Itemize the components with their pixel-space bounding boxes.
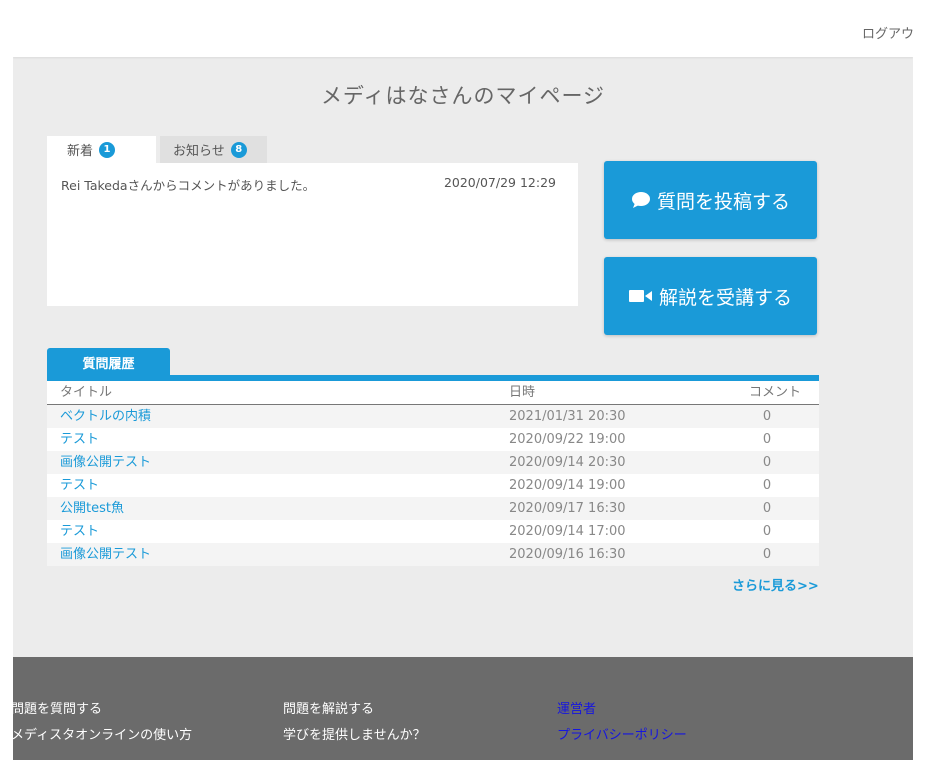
news-panel: Rei Takedaさんからコメントがありました。 2020/07/29 12:… [47,163,578,306]
question-date: 2020/09/22 19:00 [509,432,626,447]
comment-count: 0 [762,524,772,539]
column-header-title: タイトル [60,385,113,400]
new-count-badge: 1 [99,141,116,158]
footer-link-how-to-use[interactable]: メディスタオンラインの使い方 [13,723,192,749]
table-row: 公開test魚 2020/09/17 16:30 0 [47,497,819,520]
comment-count: 0 [762,409,772,424]
news-item[interactable]: Rei Takedaさんからコメントがありました。 2020/07/29 12:… [61,175,568,194]
question-date: 2020/09/14 19:00 [509,478,626,493]
question-title-link[interactable]: 画像公開テスト [60,543,151,566]
take-lecture-button[interactable]: 解説を受講する [604,257,817,335]
tab-new[interactable]: 新着 1 [47,136,156,163]
footer-column-1: 問題を質問する メディスタオンラインの使い方 [13,697,192,749]
table-row: テスト 2020/09/14 19:00 0 [47,474,819,497]
question-title-link[interactable]: ベクトルの内積 [60,405,151,428]
question-date: 2021/01/31 20:30 [509,409,626,424]
question-title-link[interactable]: 画像公開テスト [60,451,151,474]
speech-bubble-icon [631,191,651,209]
footer-link-privacy-policy[interactable]: プライバシーポリシー [557,723,687,749]
question-history-table: タイトル 日時 コメント ベクトルの内積 2021/01/31 20:30 0 … [47,381,819,566]
comment-count: 0 [762,455,772,470]
page-title: メディはなさんのマイページ [320,84,606,108]
tab-notices-label: お知らせ [173,144,225,159]
question-date: 2020/09/16 16:30 [509,547,626,562]
table-header-row: タイトル 日時 コメント [47,381,819,405]
footer-link-offer-learning[interactable]: 学びを提供しませんか？ [283,723,426,749]
question-title-link[interactable]: テスト [60,428,99,451]
table-row: 画像公開テスト 2020/09/14 20:30 0 [47,451,819,474]
tab-new-label: 新着 [67,144,94,159]
news-item-date: 2020/07/29 12:29 [443,175,556,190]
comment-count: 0 [762,432,772,447]
tab-question-history[interactable]: 質問履歴 [47,348,170,376]
news-item-text: Rei Takedaさんからコメントがありました。 [61,178,316,193]
table-row: ベクトルの内積 2021/01/31 20:30 0 [47,405,819,428]
table-row: テスト 2020/09/14 17:00 0 [47,520,819,543]
column-header-date: 日時 [509,385,536,400]
page-frame: ログアウト メディはなさんのマイページ 新着 1 お知らせ 8 Rei Take… [13,10,913,760]
question-title-link[interactable]: 公開test魚 [60,497,124,520]
take-lecture-label: 解説を受講する [658,286,792,309]
footer-column-2: 問題を解説する 学びを提供しませんか？ [283,697,426,749]
question-title-link[interactable]: テスト [60,520,99,543]
question-date: 2020/09/14 17:00 [509,524,626,539]
footer-link-explain-problem[interactable]: 問題を解説する [283,697,426,723]
notices-count-badge: 8 [230,141,247,158]
footer-column-3: 運営者 プライバシーポリシー [557,697,687,749]
question-title-link[interactable]: テスト [60,474,99,497]
question-date: 2020/09/14 20:30 [509,455,626,470]
table-row: 画像公開テスト 2020/09/16 16:30 0 [47,543,819,566]
comment-count: 0 [762,501,772,516]
tab-notices[interactable]: お知らせ 8 [160,136,267,163]
column-header-comments: コメント [748,385,801,400]
footer: 問題を質問する メディスタオンラインの使い方 問題を解説する 学びを提供しません… [13,657,913,760]
post-question-button[interactable]: 質問を投稿する [604,161,817,239]
video-camera-icon [628,288,653,304]
footer-link-operator[interactable]: 運営者 [557,697,687,723]
comment-count: 0 [762,547,772,562]
table-row: テスト 2020/09/22 19:00 0 [47,428,819,451]
post-question-label: 質問を投稿する [656,190,790,213]
top-bar: ログアウト [13,10,913,57]
logout-link[interactable]: ログアウト [862,23,913,42]
question-date: 2020/09/17 16:30 [509,501,626,516]
footer-link-ask-question[interactable]: 問題を質問する [13,697,192,723]
comment-count: 0 [762,478,772,493]
see-more-link[interactable]: さらに見る>> [732,575,819,594]
